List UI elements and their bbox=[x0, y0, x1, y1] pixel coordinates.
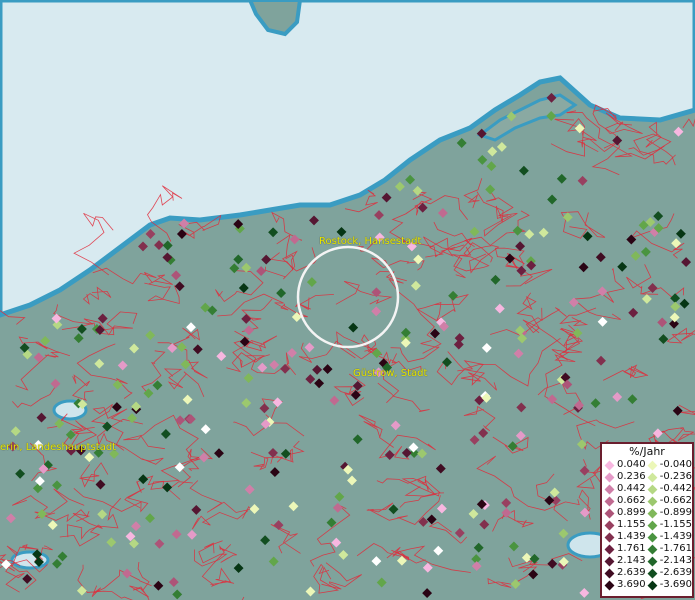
legend-value: -3.690 bbox=[659, 579, 692, 590]
legend-swatch bbox=[647, 472, 658, 482]
legend-value: 1.439 bbox=[617, 531, 646, 542]
legend-value: 1.155 bbox=[617, 519, 646, 530]
legend-swatch bbox=[604, 472, 615, 482]
legend-value: -0.040 bbox=[659, 459, 692, 470]
legend-row: 0.236 bbox=[604, 471, 647, 483]
place-label-rostock: Rostock, Hansestadt bbox=[319, 236, 422, 247]
legend-value: 1.761 bbox=[617, 543, 646, 554]
legend-row: -0.040 bbox=[647, 459, 692, 471]
legend-row: 0.899 bbox=[604, 507, 647, 519]
legend-value: 2.143 bbox=[617, 555, 646, 566]
legend-swatch bbox=[647, 568, 658, 578]
legend-swatch bbox=[604, 544, 615, 554]
legend-value: 0.662 bbox=[617, 495, 646, 506]
legend-value: -0.442 bbox=[659, 483, 692, 494]
legend-swatch bbox=[604, 556, 615, 566]
legend-row: -2.639 bbox=[647, 567, 692, 579]
legend-row: 0.442 bbox=[604, 483, 647, 495]
legend-value: 0.442 bbox=[617, 483, 646, 494]
legend-value: -1.155 bbox=[659, 519, 692, 530]
legend-value: 0.899 bbox=[617, 507, 646, 518]
legend-row: 1.761 bbox=[604, 543, 647, 555]
legend-swatch bbox=[647, 544, 658, 554]
legend-value: 2.639 bbox=[617, 567, 646, 578]
legend-swatch bbox=[647, 556, 658, 566]
legend-negative-column: -0.040 -0.236 -0.442 -0.662 -0.899 -1.155 -1.4… bbox=[647, 459, 692, 591]
legend-row: -1.439 bbox=[647, 531, 692, 543]
legend-row: 0.040 bbox=[604, 459, 647, 471]
legend-row: -2.143 bbox=[647, 555, 692, 567]
legend-swatch bbox=[647, 484, 658, 494]
legend-row: -0.442 bbox=[647, 483, 692, 495]
legend-value: -0.662 bbox=[659, 495, 692, 506]
legend-positive-column: 0.040 0.236 0.442 0.662 0.899 1.155 1.439 1.761… bbox=[604, 459, 647, 591]
legend-value: -0.236 bbox=[659, 471, 692, 482]
legend-row: -0.236 bbox=[647, 471, 692, 483]
legend-swatch bbox=[604, 568, 615, 578]
legend-value: -2.143 bbox=[659, 555, 692, 566]
basemap bbox=[0, 0, 695, 600]
legend-swatch bbox=[647, 532, 658, 542]
legend-row: 1.439 bbox=[604, 531, 647, 543]
legend-value: -1.439 bbox=[659, 531, 692, 542]
legend-row: 3.690 bbox=[604, 579, 647, 591]
legend-row: 2.639 bbox=[604, 567, 647, 579]
legend-swatch bbox=[647, 520, 658, 530]
legend-swatch bbox=[647, 460, 658, 470]
legend-swatch bbox=[604, 460, 615, 470]
legend-value: -2.639 bbox=[659, 567, 692, 578]
legend-swatch bbox=[647, 580, 658, 590]
legend-swatch bbox=[604, 508, 615, 518]
legend-value: 0.040 bbox=[617, 459, 646, 470]
legend-value: 3.690 bbox=[617, 579, 646, 590]
legend-swatch bbox=[604, 484, 615, 494]
map-view[interactable]: Rostock, Hansestadt Güstrow, Stadt erin,… bbox=[0, 0, 695, 600]
legend-value: -0.899 bbox=[659, 507, 692, 518]
legend-value: 0.236 bbox=[617, 471, 646, 482]
legend-row: -1.155 bbox=[647, 519, 692, 531]
lake bbox=[10, 550, 50, 570]
place-label-schwerin: erin, Landeshauptstadt bbox=[0, 442, 117, 453]
legend-row: 2.143 bbox=[604, 555, 647, 567]
legend-row: -3.690 bbox=[647, 579, 692, 591]
legend-row: -0.662 bbox=[647, 495, 692, 507]
legend-swatch bbox=[604, 580, 615, 590]
legend-value: -1.761 bbox=[659, 543, 692, 554]
place-label-guestrow: Güstrow, Stadt bbox=[353, 368, 428, 379]
legend-swatch bbox=[604, 532, 615, 542]
legend-title: %/Jahr bbox=[629, 445, 665, 458]
legend: %/Jahr 0.040 0.236 0.442 0.662 0.899 1.155 1.4… bbox=[600, 442, 694, 598]
legend-row: 1.155 bbox=[604, 519, 647, 531]
legend-swatch bbox=[647, 496, 658, 506]
legend-swatch bbox=[604, 520, 615, 530]
legend-swatch bbox=[604, 496, 615, 506]
legend-swatch bbox=[647, 508, 658, 518]
legend-row: -0.899 bbox=[647, 507, 692, 519]
legend-row: -1.761 bbox=[647, 543, 692, 555]
legend-row: 0.662 bbox=[604, 495, 647, 507]
